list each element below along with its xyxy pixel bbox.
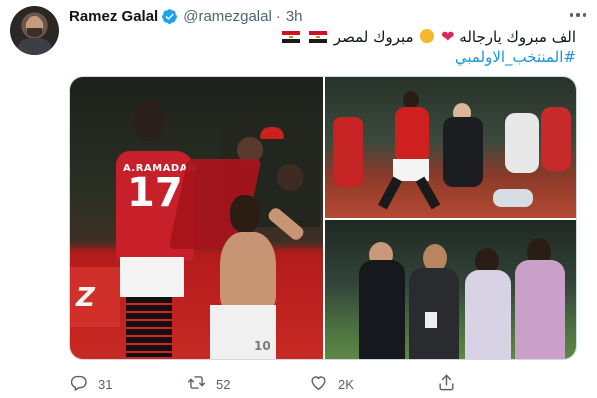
share-button[interactable]	[437, 372, 466, 396]
image-coach-body	[443, 117, 483, 187]
image-badge	[425, 312, 437, 328]
author-avatar[interactable]	[10, 6, 59, 55]
image-coach-body	[359, 260, 405, 359]
image-player-right	[541, 107, 571, 171]
author-name[interactable]: Ramez Galal	[69, 8, 158, 25]
image-player2-torso	[220, 232, 276, 312]
image-player-body	[465, 270, 511, 359]
media-image-1[interactable]: Z A.RAMADAN 17 10	[70, 77, 323, 359]
image-red-cap	[260, 127, 284, 139]
tweet-text-line-1: الف مبروك يارجاله ❤ مبروك لمصر	[69, 27, 576, 47]
media-grid: Z A.RAMADAN 17 10	[69, 76, 577, 360]
more-dot	[582, 13, 586, 17]
tweet-text: الف مبروك يارجاله ❤ مبروك لمصر #المنتخب_…	[69, 27, 576, 67]
retweet-count: 52	[216, 376, 231, 392]
like-count: 2K	[338, 376, 354, 392]
image-player-left	[333, 117, 363, 187]
image-player2-bib	[515, 260, 565, 359]
avatar-beard	[27, 28, 42, 37]
red-heart-emoji-icon: ❤	[441, 27, 455, 46]
tweet-actions: 31 52 2K	[69, 372, 509, 396]
image-player-socks	[126, 297, 172, 357]
reply-count: 31	[98, 376, 113, 392]
share-icon	[437, 373, 456, 395]
verified-badge-icon	[161, 8, 178, 25]
like-button[interactable]: 2K	[309, 372, 354, 396]
image-player2-head	[230, 195, 260, 233]
reply-icon	[69, 373, 88, 395]
image-runner-leg	[378, 176, 402, 210]
tweet-text-part-2: مبروك لمصر	[333, 28, 414, 46]
avatar-shirt	[18, 38, 51, 55]
more-dot	[570, 13, 574, 17]
flexed-biceps-emoji-icon	[420, 29, 435, 43]
image-board-logo: Z	[76, 283, 95, 313]
egypt-flag-emoji-icon	[282, 31, 301, 43]
reply-button[interactable]: 31	[69, 372, 112, 396]
media-image-3[interactable]	[325, 220, 576, 359]
author-handle[interactable]: @ramezgalal	[183, 8, 272, 25]
shorts-number: 10	[254, 339, 271, 353]
image-towel	[493, 189, 533, 207]
like-icon	[309, 373, 328, 395]
image-staff-body	[505, 113, 539, 173]
image-player-shorts	[120, 257, 184, 297]
jersey-number: 17	[127, 170, 183, 216]
image-player-head	[134, 99, 164, 141]
egypt-flag-emoji-icon	[309, 31, 328, 43]
media-image-2[interactable]	[325, 77, 576, 218]
tweet-header: Ramez Galal @ramezgalal · 3h	[69, 7, 303, 25]
more-dot	[576, 13, 580, 17]
hashtag-link[interactable]: #المنتخب_الاولمبي	[69, 47, 576, 67]
image-runner-jersey	[395, 107, 429, 163]
header-separator: ·	[275, 7, 281, 25]
more-icon[interactable]	[568, 6, 588, 24]
retweet-icon	[187, 373, 206, 395]
tweet[interactable]: Ramez Galal @ramezgalal · 3h الف مبروك ي…	[0, 0, 597, 398]
retweet-button[interactable]: 52	[187, 372, 230, 396]
image-runner-leg	[415, 176, 441, 210]
tweet-timestamp[interactable]: 3h	[286, 8, 303, 25]
tweet-text-part-1: الف مبروك يارجاله	[459, 28, 576, 46]
